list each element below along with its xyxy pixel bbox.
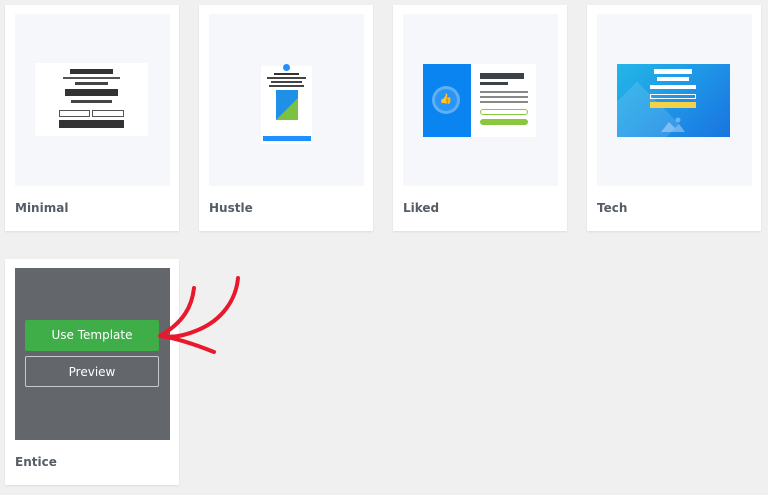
template-card-hustle[interactable]: Hustle [199, 5, 373, 231]
red-arrow [158, 276, 240, 354]
hover-overlay [15, 268, 170, 440]
template-thumbnail-hustle [209, 14, 364, 186]
template-name: Liked [403, 201, 440, 215]
template-name: Entice [15, 455, 57, 469]
tech-preview [617, 64, 730, 137]
template-card-minimal[interactable]: Minimal [5, 5, 179, 231]
template-thumbnail-tech [597, 14, 752, 186]
template-thumbnail-entice: Use Template Preview [15, 268, 170, 440]
minimal-preview [35, 63, 148, 136]
thumbs-up-icon: 👍 [435, 89, 457, 111]
preview-button[interactable]: Preview [25, 356, 159, 387]
use-template-button[interactable]: Use Template [25, 320, 159, 351]
template-name: Minimal [15, 201, 69, 215]
template-thumbnail-liked: 👍 [403, 14, 558, 186]
template-card-liked[interactable]: 👍 Liked [393, 5, 567, 231]
template-thumbnail-minimal [15, 14, 170, 186]
liked-preview: 👍 [423, 64, 536, 137]
image-icon [661, 117, 685, 132]
template-name: Hustle [209, 201, 253, 215]
template-card-tech[interactable]: Tech [587, 5, 761, 231]
hustle-preview [261, 64, 312, 144]
template-name: Tech [597, 201, 628, 215]
